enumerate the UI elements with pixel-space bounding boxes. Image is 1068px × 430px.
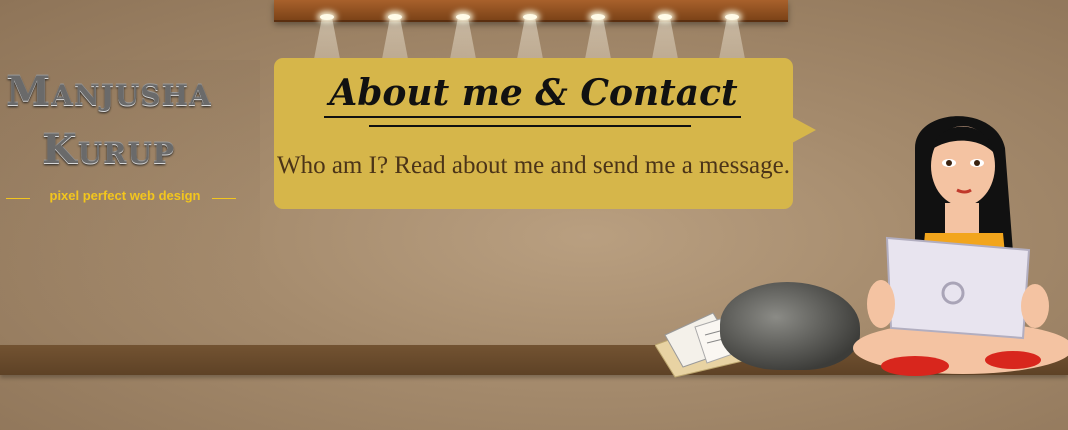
tagline: pixel perfect web design	[49, 188, 201, 203]
title-underline-2	[369, 125, 691, 127]
tagline-rule-right	[212, 198, 236, 199]
page-title: About me & Contact	[329, 72, 738, 114]
title-underline	[324, 116, 741, 118]
girl-with-laptop	[853, 116, 1068, 376]
page-subtitle: Who am I? Read about me and send me a me…	[276, 152, 790, 179]
laptop-icon	[885, 236, 1031, 340]
logo[interactable]: Manjusha Kurup pixel perfect web design	[0, 60, 260, 320]
logo-name-last: Kurup	[42, 126, 175, 173]
speech-bubble: About me & Contact Who am I? Read about …	[274, 58, 793, 209]
logo-name-first: Manjusha	[6, 68, 212, 115]
bag-icon	[720, 282, 860, 370]
bubble-tail	[792, 117, 816, 143]
